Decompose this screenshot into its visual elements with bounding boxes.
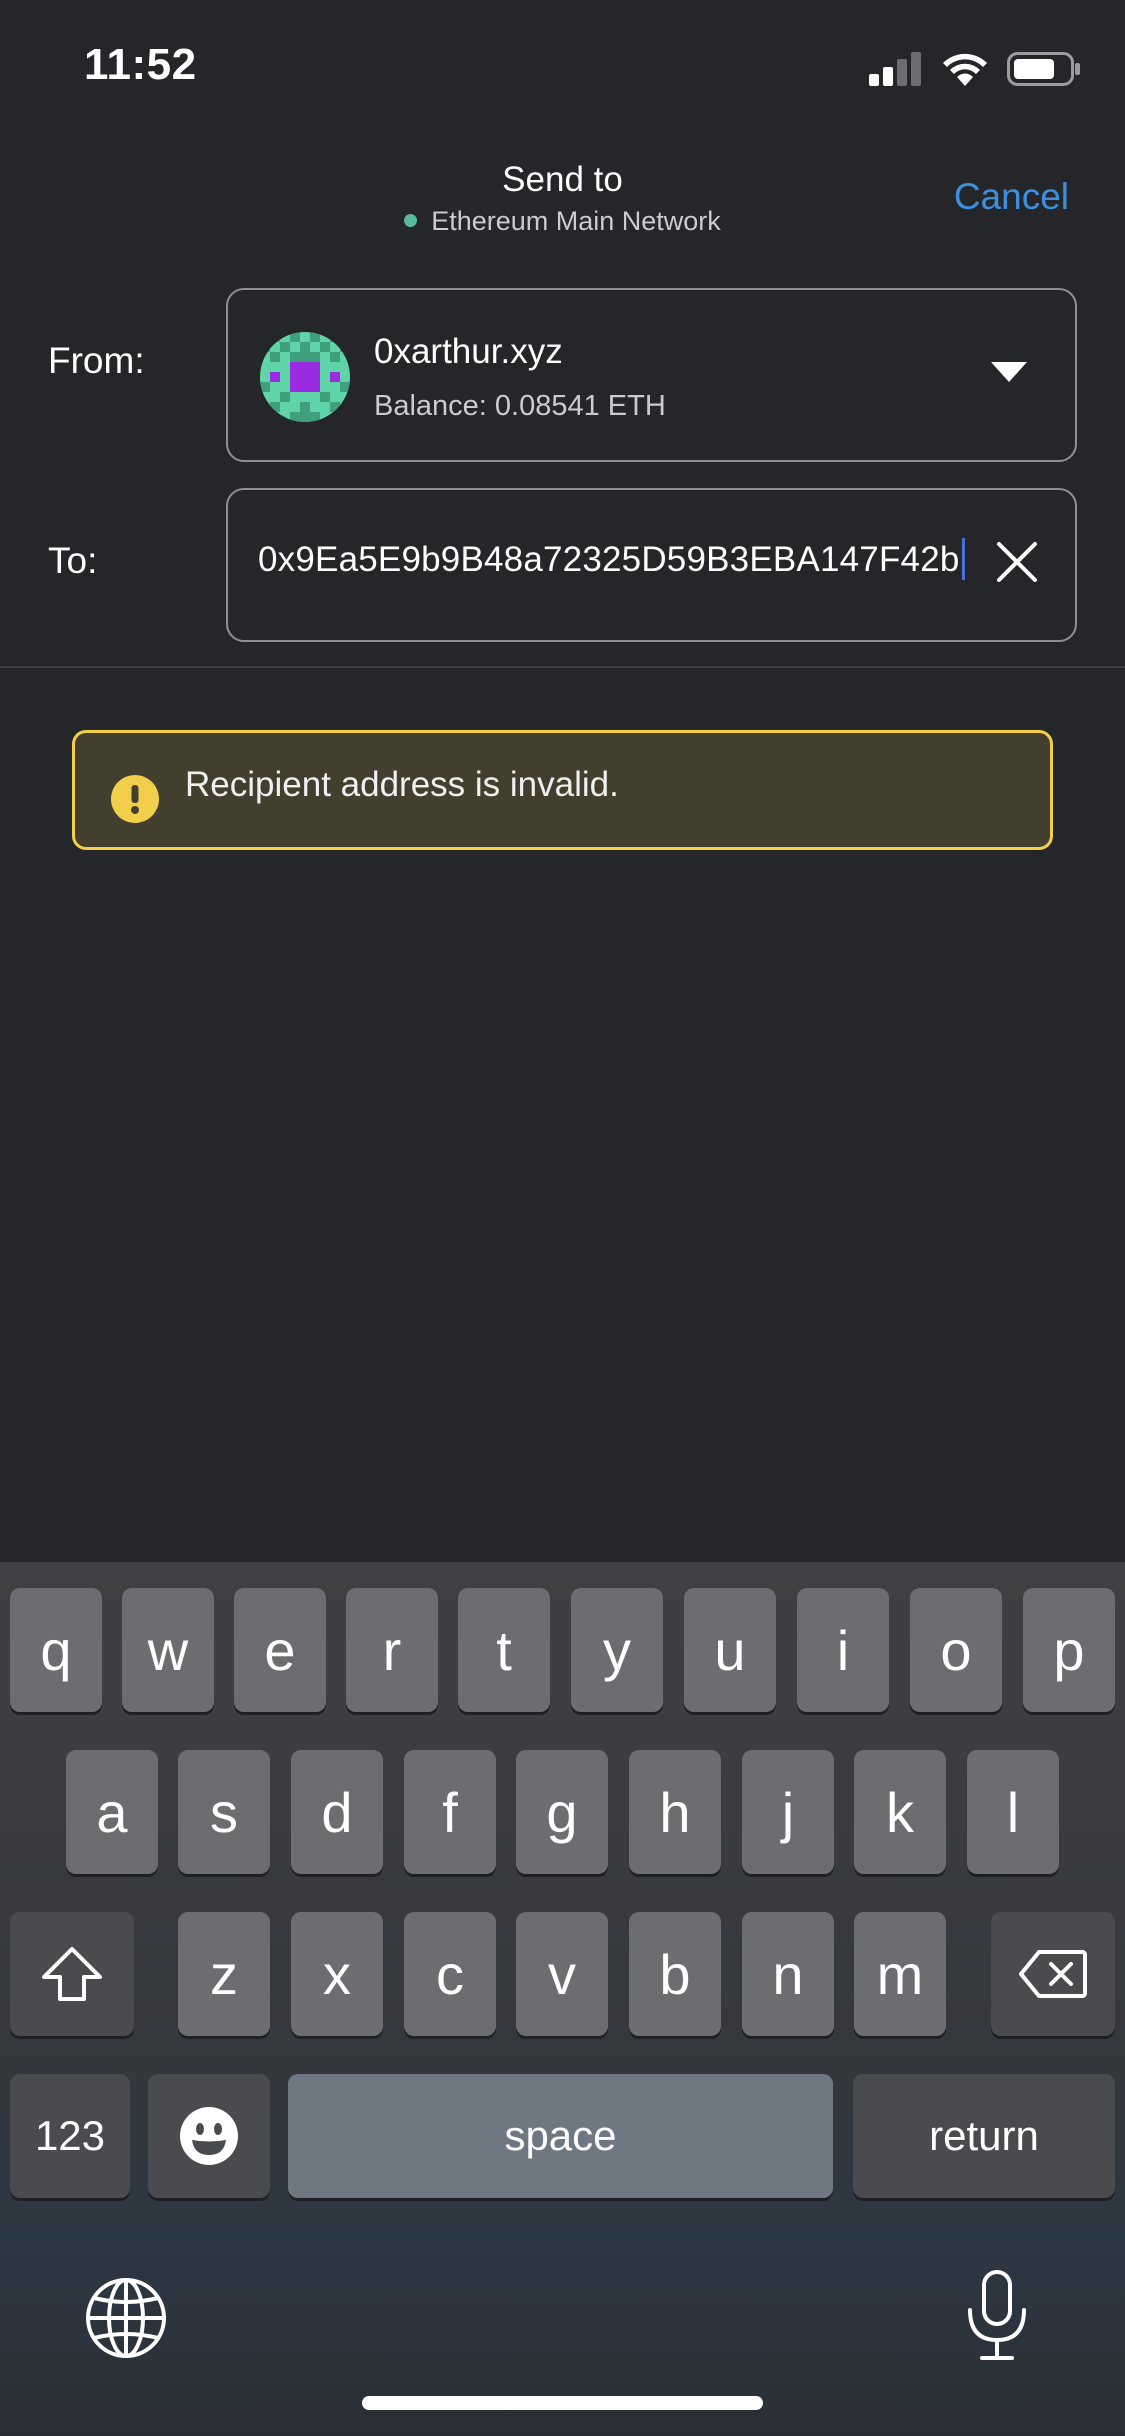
home-indicator <box>362 2396 763 2410</box>
key-q[interactable]: q <box>10 1588 102 1712</box>
return-key[interactable]: return <box>853 2074 1115 2198</box>
microphone-icon[interactable] <box>962 2270 1032 2362</box>
numbers-key[interactable]: 123 <box>10 2074 130 2198</box>
backspace-icon <box>1019 1950 1087 1998</box>
key-d[interactable]: d <box>291 1750 383 1874</box>
key-z[interactable]: z <box>178 1912 270 2036</box>
from-account-selector[interactable]: 0xarthur.xyz Balance: 0.08541 ETH <box>226 288 1077 462</box>
key-e[interactable]: e <box>234 1588 326 1712</box>
text-cursor <box>961 537 965 580</box>
chevron-down-icon <box>991 362 1027 382</box>
from-label: From: <box>48 340 145 381</box>
wifi-icon <box>943 53 987 86</box>
key-k[interactable]: k <box>854 1750 946 1874</box>
space-key[interactable]: space <box>288 2074 833 2198</box>
key-t[interactable]: t <box>458 1588 550 1712</box>
key-f[interactable]: f <box>404 1750 496 1874</box>
account-balance: Balance: 0.08541 ETH <box>374 390 666 422</box>
account-avatar <box>260 332 350 422</box>
key-s[interactable]: s <box>178 1750 270 1874</box>
keyboard: q w e r t y u i o p a s d f g h j k l z … <box>0 1562 1125 2436</box>
key-h[interactable]: h <box>629 1750 721 1874</box>
key-l[interactable]: l <box>967 1750 1059 1874</box>
status-time: 11:52 <box>84 40 197 89</box>
battery-icon <box>1007 52 1080 86</box>
key-y[interactable]: y <box>571 1588 663 1712</box>
key-o[interactable]: o <box>910 1588 1002 1712</box>
warning-message: Recipient address is invalid. <box>185 765 619 804</box>
shift-icon <box>42 1947 102 2001</box>
recipient-address-value: 0x9Ea5E9b9B48a72325D59B3EBA147F42b <box>258 540 960 579</box>
emoji-key[interactable] <box>148 2074 270 2198</box>
warning-icon <box>111 775 159 823</box>
warning-banner: Recipient address is invalid. <box>72 730 1053 850</box>
globe-icon[interactable] <box>84 2276 168 2360</box>
key-a[interactable]: a <box>66 1750 158 1874</box>
recipient-address-field[interactable]: 0x9Ea5E9b9B48a72325D59B3EBA147F42b <box>226 488 1077 642</box>
network-name: Ethereum Main Network <box>431 206 721 236</box>
emoji-icon <box>180 2107 238 2165</box>
recipient-address-input[interactable]: 0x9Ea5E9b9B48a72325D59B3EBA147F42b <box>258 537 965 583</box>
backspace-key[interactable] <box>991 1912 1115 2036</box>
to-label: To: <box>48 540 98 581</box>
send-screen: 11:52 Send to Ethereum Main Network Canc… <box>0 0 1125 2436</box>
key-r[interactable]: r <box>346 1588 438 1712</box>
key-i[interactable]: i <box>797 1588 889 1712</box>
key-c[interactable]: c <box>404 1912 496 2036</box>
shift-key[interactable] <box>10 1912 134 2036</box>
key-n[interactable]: n <box>742 1912 834 2036</box>
key-v[interactable]: v <box>516 1912 608 2036</box>
network-status-dot <box>404 214 418 228</box>
status-icons <box>869 52 1081 86</box>
divider <box>0 666 1125 668</box>
signal-icon <box>869 52 921 86</box>
key-p[interactable]: p <box>1023 1588 1115 1712</box>
key-b[interactable]: b <box>629 1912 721 2036</box>
account-name: 0xarthur.xyz <box>374 332 563 371</box>
key-j[interactable]: j <box>742 1750 834 1874</box>
close-icon[interactable] <box>995 540 1039 584</box>
key-m[interactable]: m <box>854 1912 946 2036</box>
key-x[interactable]: x <box>291 1912 383 2036</box>
key-g[interactable]: g <box>516 1750 608 1874</box>
key-u[interactable]: u <box>684 1588 776 1712</box>
cancel-button[interactable]: Cancel <box>954 176 1069 218</box>
key-w[interactable]: w <box>122 1588 214 1712</box>
